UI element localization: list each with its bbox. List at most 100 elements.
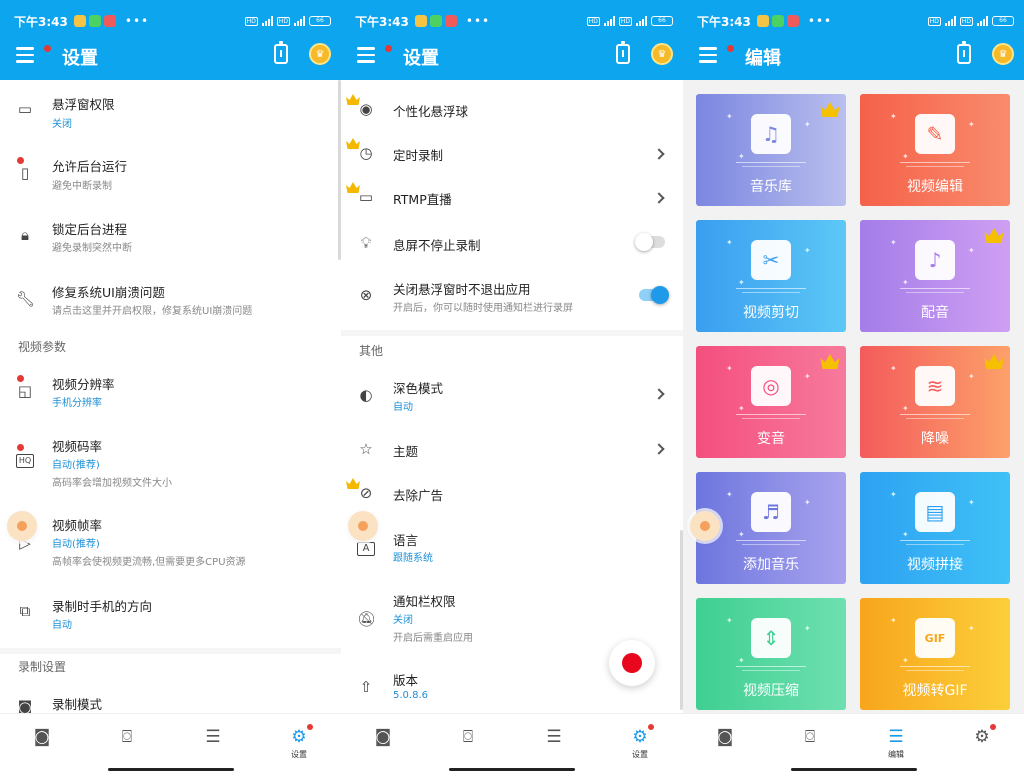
decor-lines (736, 162, 806, 167)
sparkle-icon: ✦ (726, 238, 733, 247)
setting-video-resolution[interactable]: ◱ 视频分辨率 手机分辨率 (0, 360, 341, 420)
tool-tile[interactable]: ♪ ✦ ✦ ✦ 配音 (860, 220, 1010, 332)
vip-crown-icon[interactable]: ♛ (309, 43, 331, 65)
chevron-right-icon (653, 443, 665, 455)
status-right: HD HD 66 (927, 16, 1014, 26)
tool-tile[interactable]: ♫ ✦ ✦ ✦ 音乐库 (696, 94, 846, 206)
battery-icon: 66 (651, 16, 673, 26)
setting-remove-ads[interactable]: ⊘ 去除广告 (341, 474, 683, 514)
nav-record[interactable]: ◙ (705, 728, 745, 762)
tool-tile[interactable]: ≋ ✦ ✦ ✦ 降噪 (860, 346, 1010, 458)
floating-ball[interactable] (348, 511, 378, 541)
tool-tile[interactable]: GIF ✦ ✦ ✦ 视频转GIF (860, 598, 1010, 710)
setting-orientation[interactable]: ⧉ 录制时手机的方向 自动 (0, 584, 341, 644)
nav-edit[interactable]: ☰ (193, 728, 233, 762)
battery-icon: 66 (992, 16, 1014, 26)
home-indicator[interactable] (449, 768, 575, 771)
voice-change-icon: ◎ (751, 366, 791, 406)
setting-custom-float-ball[interactable]: ◉ 个性化悬浮球 (341, 88, 683, 128)
sparkle-icon: ✦ (804, 498, 811, 507)
setting-language[interactable]: A 语言 跟随系统 (341, 524, 683, 580)
setting-lock-process[interactable]: 🔒︎ 锁定后台进程 避免录制突然中断 (0, 202, 341, 264)
close-circle-icon: ⊗ (359, 286, 373, 304)
setting-record-mode[interactable]: ◙ 录制模式 (0, 686, 341, 713)
bottom-nav: ◙ ⌼ ☰ 编辑 ⚙ (683, 713, 1024, 777)
red-badge (990, 724, 996, 730)
tool-tile[interactable]: ⇕ ✦ ✦ ✦ 视频压缩 (696, 598, 846, 710)
floating-ball[interactable] (690, 511, 720, 541)
setting-desc: 高帧率会使视频更流畅,但需要更多CPU资源 (52, 557, 246, 568)
nav-screenshot[interactable]: ⌼ (790, 728, 830, 762)
tool-tile[interactable]: ◎ ✦ ✦ ✦ 变音 (696, 346, 846, 458)
nav-screenshot[interactable]: ⌼ (448, 728, 488, 762)
toolbar: 设置 ♛ (341, 40, 683, 72)
setting-keep-app-running[interactable]: ⊗ 关闭悬浮窗时不退出应用 开启后，你可以随时使用通知栏进行录屏 (341, 270, 683, 322)
setting-value: 自动(推荐) (52, 539, 100, 550)
setting-value: 跟随系统 (393, 553, 433, 564)
trash-icon[interactable] (616, 41, 630, 64)
keep-app-toggle[interactable] (639, 286, 669, 304)
setting-desc: 开启后，你可以随时使用通知栏进行录屏 (393, 303, 573, 314)
sparkle-icon: ✦ (890, 238, 897, 247)
toggle-knob (635, 233, 653, 251)
menu-icon[interactable] (16, 45, 51, 63)
menu-badge (44, 45, 51, 52)
tool-tile[interactable]: ✎ ✦ ✦ ✦ 视频编辑 (860, 94, 1010, 206)
video-edit-icon: ✎ (915, 114, 955, 154)
video-camera-icon: ◙ (716, 727, 734, 747)
edit-screen: 下午3:43 ••• HD HD 66 编辑 ♛ ♫ ✦ ✦ ✦ 音乐库 ✎ ✦… (683, 0, 1024, 777)
setting-background-run[interactable]: ▯ 允许后台运行 避免中断录制 (0, 140, 341, 202)
tool-tile[interactable]: ✂ ✦ ✦ ✦ 视频剪切 (696, 220, 846, 332)
setting-fix-system-ui[interactable]: 🔧︎ 修复系统UI崩溃问题 请点击这里并开启权限，修复系统UI崩溃问题 (0, 268, 341, 328)
record-button[interactable] (609, 640, 655, 686)
setting-video-bitrate[interactable]: HQ 视频码率 自动(推荐) 高码率会增加视频文件大小 (0, 424, 341, 494)
page-title: 设置 (403, 48, 439, 69)
nav-settings[interactable]: ⚙ 设置 (279, 724, 319, 762)
tool-tile[interactable]: ▤ ✦ ✦ ✦ 视频拼接 (860, 472, 1010, 584)
setting-dark-mode[interactable]: ◐ 深色模式 自动 (341, 370, 683, 426)
sparkle-icon: ✦ (804, 120, 811, 129)
theme-icon: ☆ (359, 440, 373, 458)
home-indicator[interactable] (107, 768, 234, 771)
menu-icon[interactable] (357, 45, 392, 63)
home-indicator[interactable] (790, 768, 917, 771)
sparkle-icon: ✦ (890, 616, 897, 625)
status-time: 下午3:43 (14, 14, 68, 29)
hd-icon: HD (959, 16, 973, 26)
screen-off-toggle[interactable] (635, 233, 665, 251)
trash-icon[interactable] (957, 41, 971, 64)
nav-record[interactable]: ◙ (22, 728, 62, 762)
nav-screenshot[interactable]: ⌼ (107, 728, 147, 762)
setting-desc: 避免录制突然中断 (52, 243, 132, 254)
setting-rtmp-live[interactable]: ▭ RTMP直播 (341, 176, 683, 216)
settings-screen-2: 下午3:43 ••• HD HD 66 设置 ♛ ◉ 个性化悬浮球 ◷ 定时录制… (341, 0, 683, 777)
setting-floating-window-permission[interactable]: ▭ 悬浮窗权限 关闭 (0, 80, 341, 140)
menu-icon[interactable] (699, 45, 734, 63)
setting-title: 深色模式 (393, 381, 444, 396)
half-circle-icon: ◐ (359, 386, 373, 404)
setting-theme[interactable]: ☆ 主题 (341, 430, 683, 470)
status-right: HD HD 66 (586, 16, 673, 26)
setting-video-framerate[interactable]: ▷ 视频帧率 自动(推荐) 高帧率会使视频更流畅,但需要更多CPU资源 (0, 504, 341, 576)
upgrade-icon: ⇧ (359, 678, 373, 696)
sparkle-icon: ✦ (902, 278, 909, 287)
video-camera-icon: ◙ (374, 727, 392, 747)
trash-icon[interactable] (274, 41, 288, 64)
sliders-icon: ☰ (546, 727, 562, 747)
nav-settings[interactable]: ⚙ 设置 (620, 724, 660, 762)
floating-ball[interactable] (7, 511, 37, 541)
nav-edit[interactable]: ☰ 编辑 (876, 728, 916, 762)
setting-scheduled-record[interactable]: ◷ 定时录制 (341, 132, 683, 172)
nav-record[interactable]: ◙ (363, 728, 403, 762)
setting-value: 自动 (393, 402, 413, 413)
sparkle-icon: ✦ (738, 152, 745, 161)
bell-off-icon: 🔕︎ (357, 610, 377, 628)
nav-edit[interactable]: ☰ (534, 728, 574, 762)
sparkle-icon: ✦ (890, 490, 897, 499)
clock-icon: ◷ (359, 144, 373, 162)
vip-crown-icon[interactable]: ♛ (992, 43, 1014, 65)
decor-lines (900, 288, 970, 293)
setting-screen-off-record[interactable]: 💡︎ 息屏不停止录制 (341, 222, 683, 262)
nav-settings[interactable]: ⚙ (962, 724, 1002, 762)
vip-crown-icon[interactable]: ♛ (651, 43, 673, 65)
